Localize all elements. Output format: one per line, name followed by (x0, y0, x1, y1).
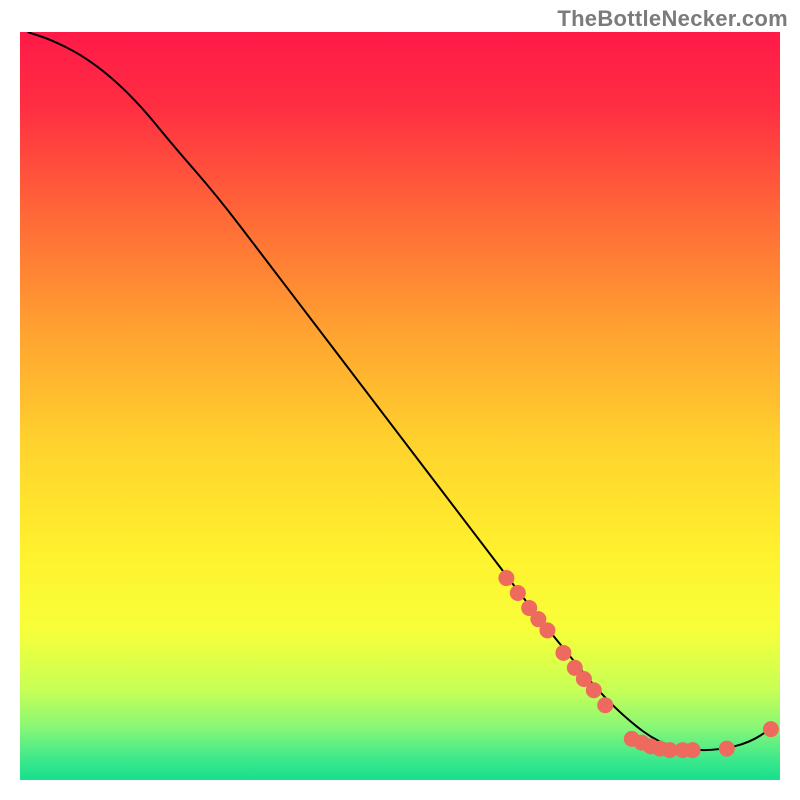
data-marker (498, 570, 514, 586)
data-marker (719, 741, 735, 757)
data-marker (539, 622, 555, 638)
attribution-label: TheBottleNecker.com (557, 6, 788, 32)
data-marker (555, 645, 571, 661)
plot-area (20, 32, 780, 780)
chart-svg (20, 32, 780, 780)
data-marker (597, 697, 613, 713)
chart-container: TheBottleNecker.com (0, 0, 800, 800)
data-marker (586, 682, 602, 698)
gradient-background (20, 32, 780, 780)
data-marker (763, 721, 779, 737)
data-marker (685, 742, 701, 758)
data-marker (510, 585, 526, 601)
